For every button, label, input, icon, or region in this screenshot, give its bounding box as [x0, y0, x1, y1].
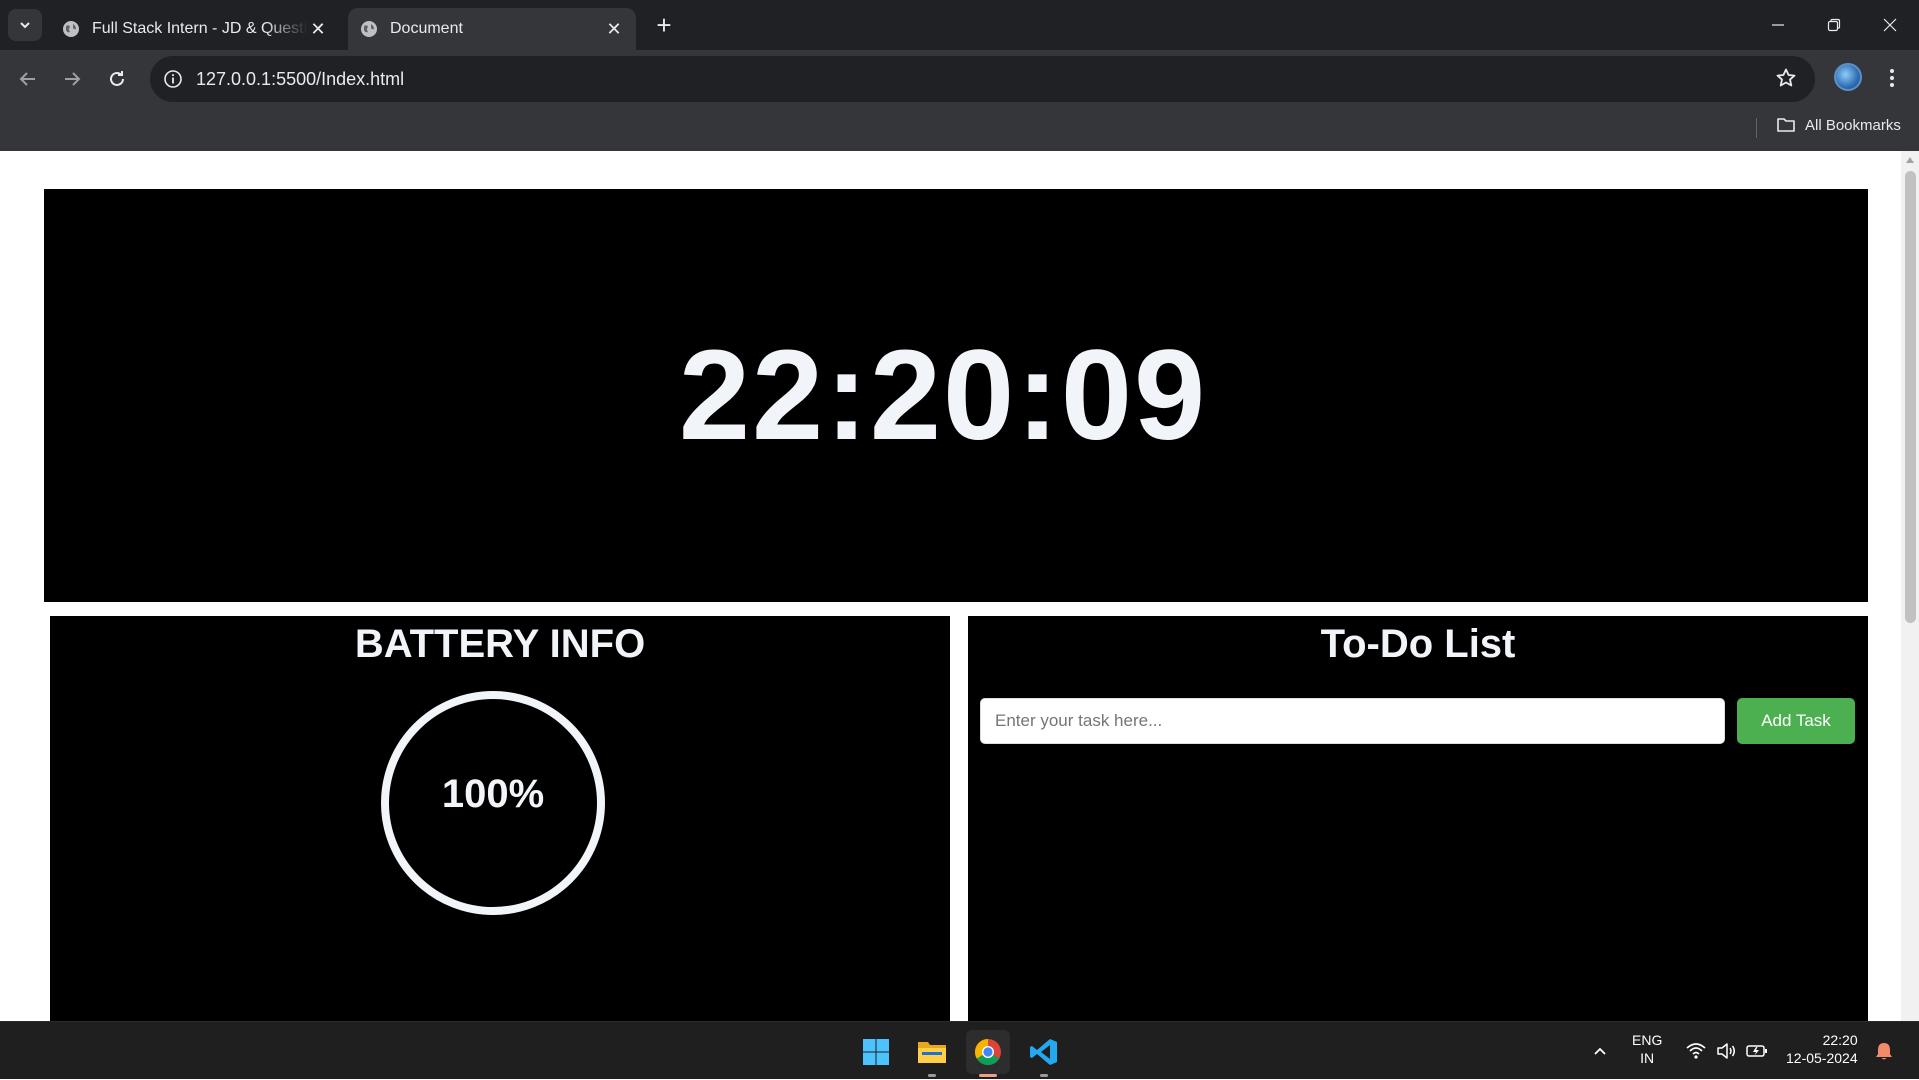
address-bar[interactable]: 127.0.0.1:5500/Index.html [150, 56, 1815, 102]
browser-menu-icon[interactable] [1880, 62, 1904, 94]
globe-icon [63, 21, 79, 37]
task-input[interactable] [980, 698, 1725, 744]
profile-avatar[interactable] [1834, 63, 1862, 91]
all-bookmarks-label: All Bookmarks [1805, 116, 1901, 134]
vscode-icon [1030, 1039, 1057, 1065]
globe-icon [361, 21, 377, 37]
minimize-button[interactable] [1750, 0, 1806, 50]
chrome-icon [974, 1038, 1001, 1066]
windows-start-button[interactable] [854, 1030, 898, 1074]
bookmark-star-icon[interactable] [1775, 67, 1797, 94]
page-viewport: 22:20:09 BATTERY INFO 100% To-Do List Ad… [0, 151, 1919, 1021]
file-explorer-icon [918, 1042, 946, 1063]
wifi-icon [1686, 1043, 1706, 1059]
add-task-button[interactable]: Add Task [1737, 698, 1855, 744]
battery-title: BATTERY INFO [354, 622, 646, 666]
bookmarks-bar: All Bookmarks [0, 108, 1919, 151]
todo-panel: To-Do List Add Task [968, 616, 1868, 1021]
close-tab-icon[interactable]: ✕ [308, 19, 328, 39]
clock-time: 22:20:09 [678, 324, 1208, 467]
chevron-up-icon [1594, 1047, 1606, 1055]
close-icon [1883, 18, 1897, 32]
system-clock[interactable]: 22:20 12-05-2024 [1786, 1031, 1858, 1067]
tab-search-button[interactable] [8, 9, 42, 41]
reload-button[interactable] [102, 64, 132, 94]
folder-icon [1777, 118, 1795, 132]
show-hidden-icons-button[interactable] [1592, 1022, 1608, 1080]
page-scrollbar[interactable] [1901, 151, 1919, 1021]
tab-title: Document [390, 20, 463, 37]
file-explorer-button[interactable] [910, 1030, 954, 1077]
battery-level-ring: 100% [381, 691, 605, 915]
scroll-up-arrow-icon[interactable] [1906, 157, 1914, 163]
language-region: IN [1640, 1050, 1655, 1066]
url-text[interactable]: 127.0.0.1:5500/Index.html [196, 69, 404, 90]
battery-charging-icon [1746, 1045, 1767, 1057]
vscode-taskbar-button[interactable] [1022, 1030, 1066, 1077]
site-info-icon[interactable] [162, 68, 184, 90]
language-code: ENG [1632, 1032, 1663, 1048]
chrome-taskbar-button[interactable] [966, 1030, 1010, 1077]
system-time: 22:20 [1822, 1032, 1858, 1048]
battery-status[interactable] [1746, 1022, 1768, 1080]
language-indicator[interactable]: ENG IN [1632, 1031, 1662, 1067]
minimize-icon [1772, 24, 1784, 26]
tab-document[interactable]: Document ✕ [348, 8, 636, 50]
digital-clock: 22:20:09 [44, 189, 1868, 602]
tab-title: Full Stack Intern - JD & Questio [92, 20, 308, 37]
system-date: 12-05-2024 [1786, 1050, 1858, 1066]
all-bookmarks-button[interactable]: All Bookmarks [1776, 116, 1901, 134]
tab-strip: Full Stack Intern - JD & Questio ✕ Docum… [0, 0, 1919, 50]
todo-title: To-Do List [1320, 622, 1516, 666]
arrow-right-icon [65, 72, 81, 86]
battery-percent: 100% [441, 771, 545, 816]
new-tab-button[interactable]: + [650, 12, 678, 40]
close-tab-icon[interactable]: ✕ [604, 19, 624, 39]
bell-icon [1876, 1043, 1892, 1060]
network-status[interactable] [1686, 1022, 1706, 1080]
close-window-button[interactable] [1862, 0, 1918, 50]
browser-toolbar: 127.0.0.1:5500/Index.html [0, 50, 1919, 108]
notifications-button[interactable] [1875, 1022, 1893, 1080]
bookmarks-separator [1756, 118, 1757, 138]
volume-status[interactable] [1716, 1022, 1736, 1080]
restore-icon [1827, 18, 1841, 32]
windows-start-icon [863, 1039, 889, 1065]
chevron-down-icon [20, 22, 30, 29]
speaker-icon [1717, 1043, 1735, 1059]
back-button[interactable] [13, 64, 43, 94]
reload-icon [110, 71, 124, 86]
battery-panel: BATTERY INFO 100% [50, 616, 950, 1021]
scrollbar-thumb[interactable] [1905, 171, 1916, 623]
forward-button[interactable] [57, 64, 87, 94]
tab-full-stack-intern[interactable]: Full Stack Intern - JD & Questio ✕ [50, 8, 340, 50]
taskbar: ENG IN 22:20 12-05-2024 [0, 1021, 1919, 1079]
restore-button[interactable] [1806, 0, 1862, 50]
arrow-left-icon [19, 72, 35, 86]
